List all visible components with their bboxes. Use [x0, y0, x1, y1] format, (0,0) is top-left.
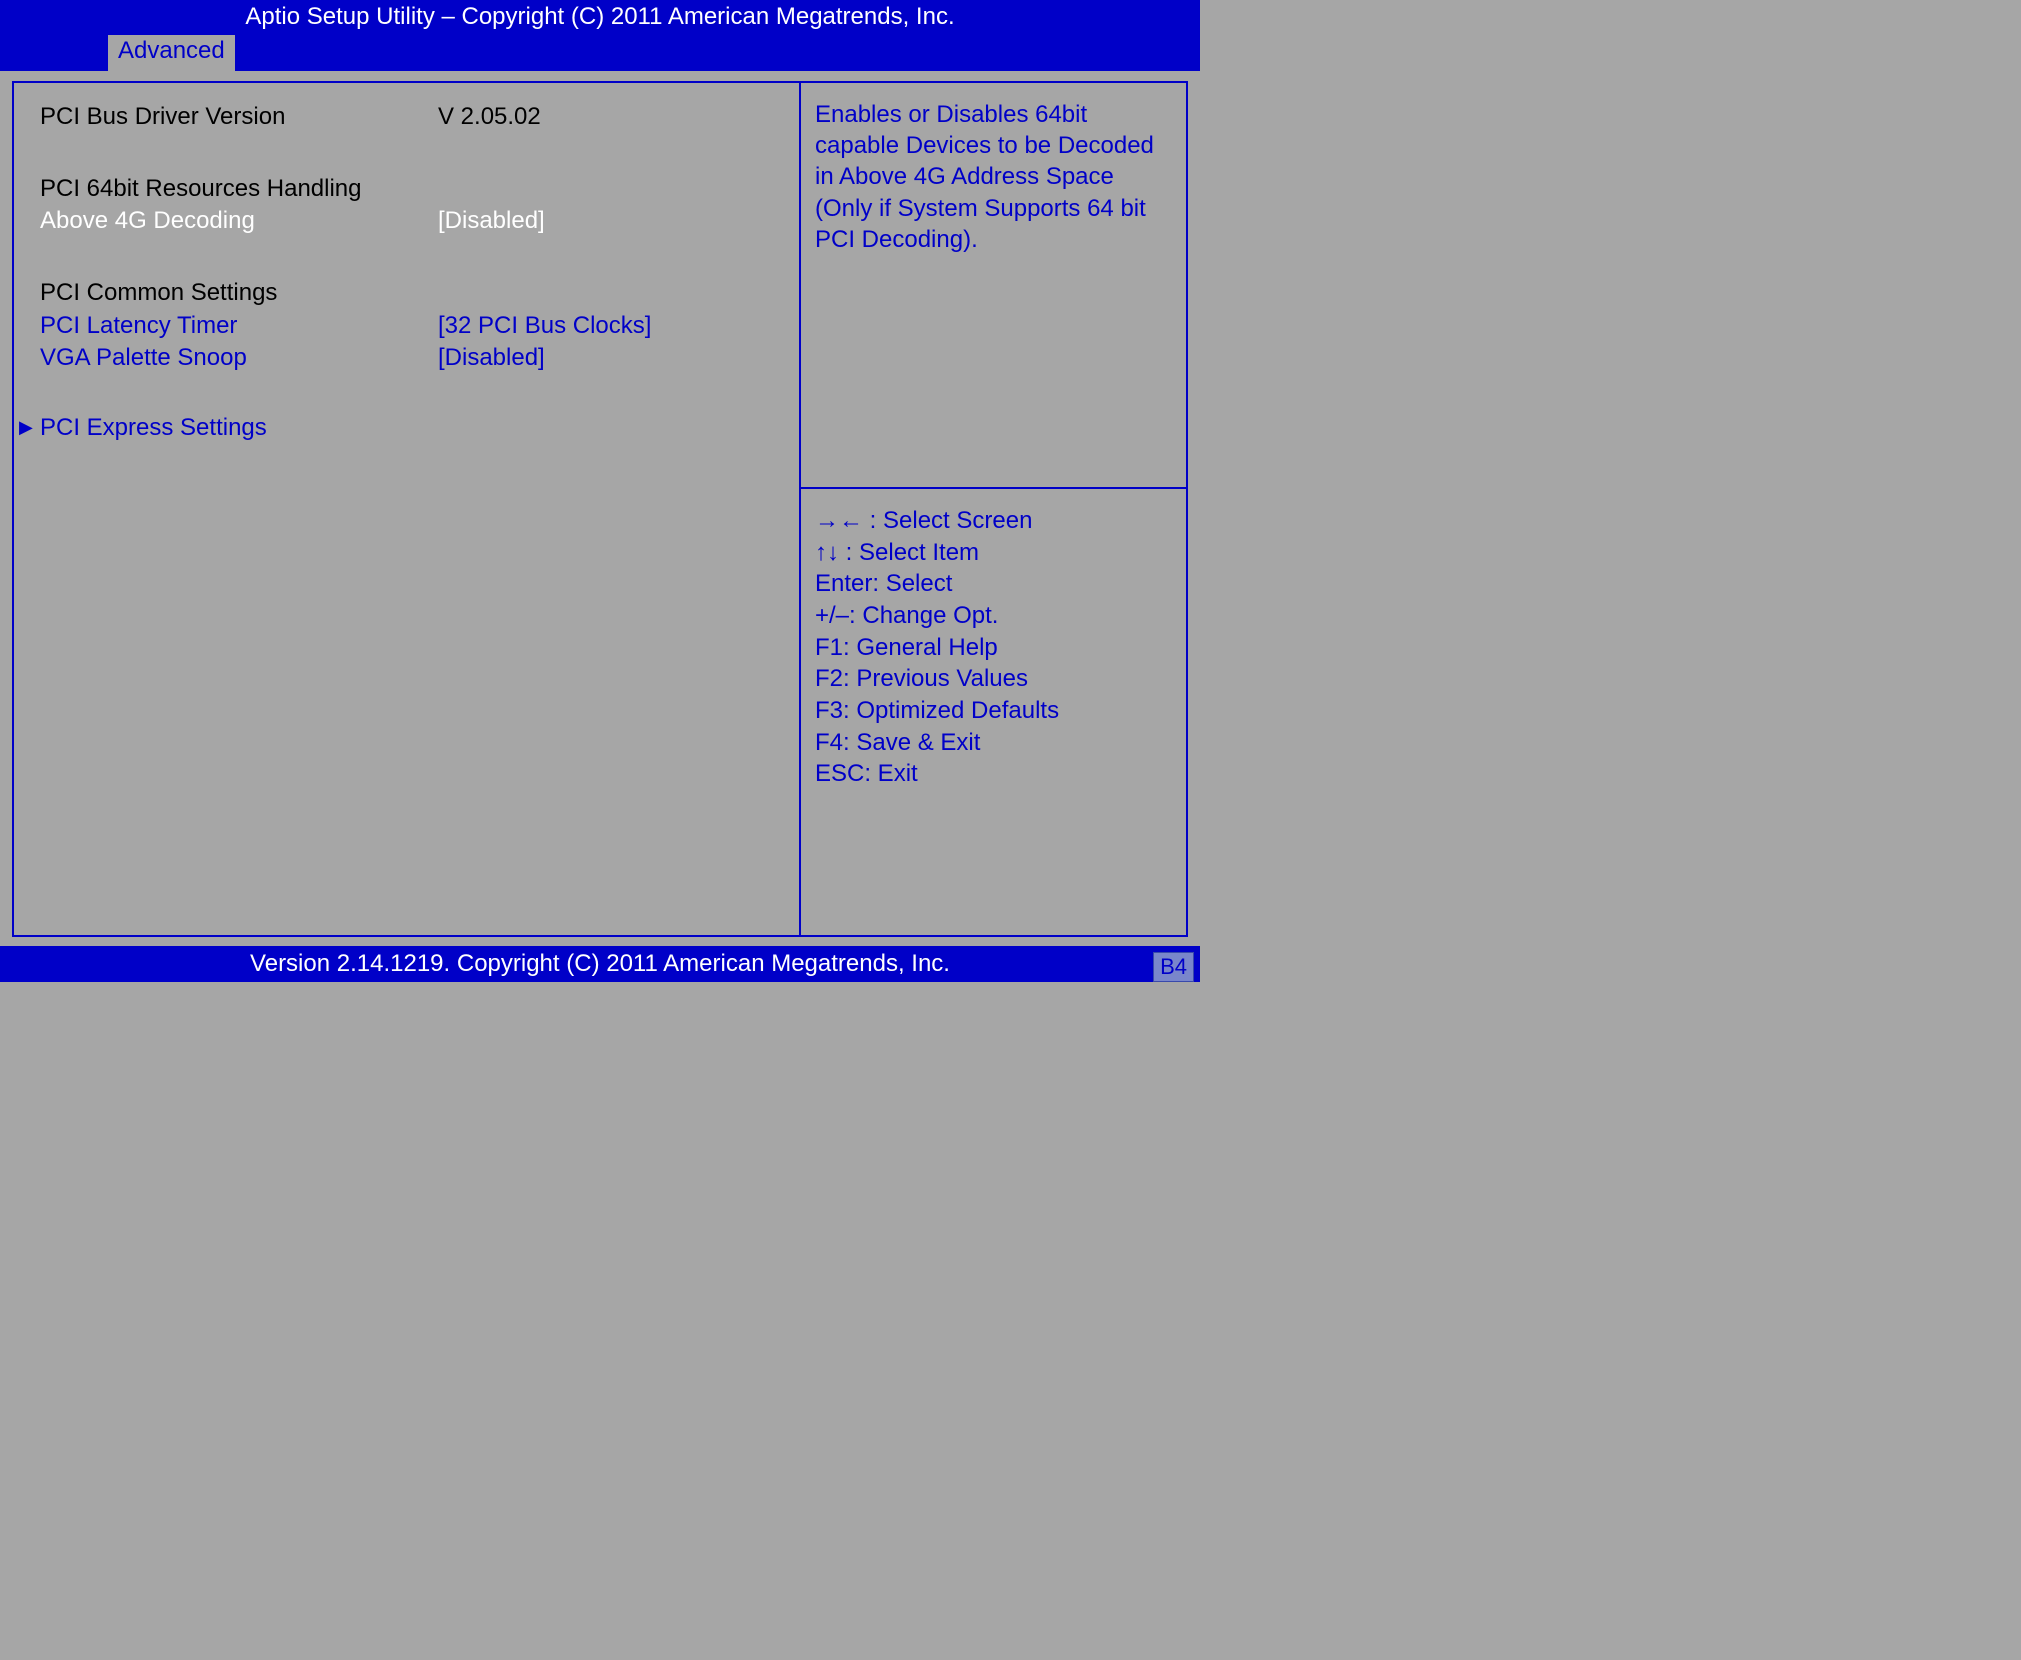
- footer-text: Version 2.14.1219. Copyright (C) 2011 Am…: [250, 950, 950, 977]
- footer-bar: Version 2.14.1219. Copyright (C) 2011 Am…: [0, 946, 1200, 982]
- key-legend: →← : Select Screen ↑↓ : Select Item Ente…: [799, 489, 1188, 937]
- key-f3: F3: Optimized Defaults: [815, 695, 1176, 727]
- bus-driver-value: V 2.05.02: [438, 101, 789, 133]
- vga-value: [Disabled]: [438, 342, 789, 374]
- header-title: Aptio Setup Utility – Copyright (C) 2011…: [0, 0, 1200, 35]
- latency-label: PCI Latency Timer: [40, 310, 438, 342]
- help-text: Enables or Disables 64bit capable Device…: [799, 81, 1188, 489]
- pci-express-settings-submenu[interactable]: ▶ PCI Express Settings: [14, 414, 799, 442]
- key-enter: Enter: Select: [815, 568, 1176, 600]
- settings-panel: PCI Bus Driver Version V 2.05.02 PCI 64b…: [12, 81, 799, 937]
- key-change-opt: +/–: Change Opt.: [815, 600, 1176, 632]
- section-64bit-heading: PCI 64bit Resources Handling: [40, 173, 438, 205]
- key-select-item: ↑↓ : Select Item: [815, 537, 1176, 569]
- tab-advanced[interactable]: Advanced: [108, 35, 235, 71]
- above-4g-value: [Disabled]: [438, 205, 789, 237]
- vga-label: VGA Palette Snoop: [40, 342, 438, 374]
- submenu-arrow-icon: ▶: [19, 417, 33, 438]
- key-f2: F2: Previous Values: [815, 663, 1176, 695]
- main-area: PCI Bus Driver Version V 2.05.02 PCI 64b…: [0, 71, 1200, 941]
- key-f4: F4: Save & Exit: [815, 727, 1176, 759]
- above-4g-label: Above 4G Decoding: [40, 205, 438, 237]
- tab-row: Advanced: [0, 35, 1200, 71]
- vga-palette-snoop-option[interactable]: VGA Palette Snoop [Disabled]: [14, 342, 799, 374]
- pci-latency-timer-option[interactable]: PCI Latency Timer [32 PCI Bus Clocks]: [14, 310, 799, 342]
- key-select-screen: →← : Select Screen: [815, 505, 1176, 537]
- submenu-label: PCI Express Settings: [40, 414, 267, 441]
- above-4g-decoding-option[interactable]: Above 4G Decoding [Disabled]: [14, 205, 799, 237]
- bus-driver-label: PCI Bus Driver Version: [40, 101, 438, 133]
- key-esc: ESC: Exit: [815, 758, 1176, 790]
- latency-value: [32 PCI Bus Clocks]: [438, 310, 789, 342]
- key-f1: F1: General Help: [815, 632, 1176, 664]
- section-common-heading: PCI Common Settings: [40, 277, 438, 309]
- footer-badge: B4: [1153, 952, 1194, 982]
